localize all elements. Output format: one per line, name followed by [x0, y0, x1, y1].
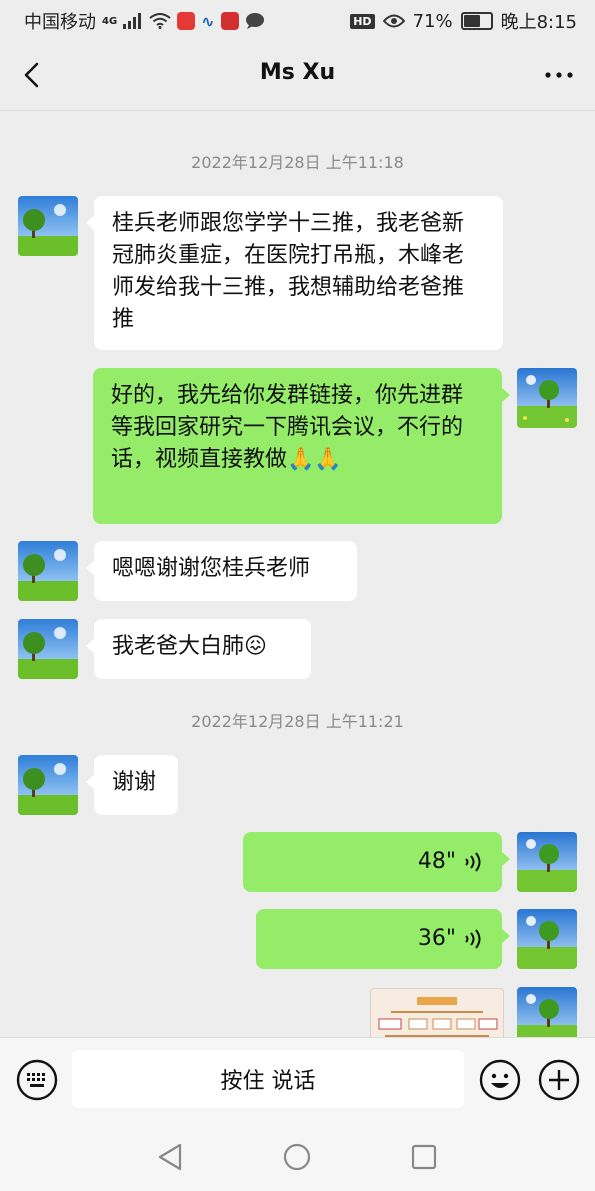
contact-avatar[interactable] — [18, 755, 78, 815]
wifi-icon — [149, 13, 171, 29]
status-bar: 中国移动 4G ∿ HD 71% 晚上8:15 — [0, 0, 595, 40]
my-avatar[interactable] — [517, 987, 577, 1037]
voice-duration: 48" — [417, 849, 456, 874]
battery-icon — [460, 12, 493, 30]
keyboard-icon[interactable] — [16, 1059, 58, 1101]
home-circle-icon[interactable] — [277, 1137, 317, 1177]
microphone-app-icon — [177, 12, 196, 30]
carrier-label: 中国移动 — [24, 12, 96, 33]
voice-duration: 36" — [417, 926, 456, 951]
chat-title: Ms Xu — [259, 60, 336, 85]
voice-wave-icon — [465, 852, 481, 872]
message-text: 我老爸大白肺 — [112, 634, 245, 659]
message-icon — [245, 13, 264, 29]
contact-avatar[interactable] — [18, 619, 78, 679]
wave-app-icon: ∿ — [201, 11, 215, 31]
emoji-icon[interactable] — [479, 1059, 521, 1101]
message-bubble-incoming[interactable]: 我老爸大白肺😖 — [86, 619, 311, 679]
message-line: 好的，我先给你发群链接，你先进群 — [111, 383, 464, 408]
signal-icon — [123, 13, 142, 29]
message-bubble-incoming[interactable]: 桂兵老师跟您学学十三推，我老爸新冠肺炎重症，在医院打吊瓶，木峰老师发给我十三推，… — [86, 196, 503, 350]
my-avatar[interactable] — [517, 909, 577, 969]
hold-to-talk-button[interactable]: 按住 说话 — [72, 1050, 464, 1108]
chat-header: Ms Xu — [0, 40, 595, 111]
message-bubble-incoming[interactable]: 谢谢 — [86, 755, 178, 815]
plus-icon[interactable] — [538, 1059, 580, 1101]
hd-badge: HD — [350, 13, 375, 29]
contact-avatar[interactable] — [18, 196, 78, 256]
confounded-emoji: 😖 — [244, 634, 267, 659]
message-bubble-outgoing[interactable]: 好的，我先给你发群链接，你先进群 等我回家研究一下腾讯会议，不行的话，视频直接教… — [93, 368, 510, 524]
system-navigation-bar — [0, 1125, 595, 1191]
network-type: 4G — [102, 15, 118, 27]
voice-message[interactable]: 48" — [243, 832, 510, 892]
message-timestamp: 2022年12月28日 上午11:18 — [191, 153, 404, 172]
voice-wave-icon — [465, 929, 481, 949]
input-bar: 按住 说话 — [0, 1037, 595, 1126]
my-avatar[interactable] — [517, 832, 577, 892]
image-message[interactable] — [370, 988, 504, 1037]
recents-square-icon[interactable] — [404, 1137, 444, 1177]
eye-icon — [382, 14, 405, 28]
bank-app-icon — [220, 12, 239, 30]
contact-avatar[interactable] — [18, 541, 78, 601]
message-timestamp: 2022年12月28日 上午11:21 — [191, 712, 404, 731]
battery-percent: 71% — [412, 10, 453, 32]
my-avatar[interactable] — [517, 368, 577, 428]
diagram-thumbnail — [378, 997, 498, 1037]
pray-emoji: 🙏🙏 — [287, 447, 342, 472]
message-list[interactable]: 2022年12月28日 上午11:18 桂兵老师跟您学学十三推，我老爸新冠肺炎重… — [0, 111, 595, 1037]
clock: 晚上8:15 — [500, 12, 577, 33]
back-triangle-icon[interactable] — [150, 1137, 190, 1177]
message-bubble-incoming[interactable]: 嗯嗯谢谢您桂兵老师 — [86, 541, 357, 601]
more-options-icon[interactable] — [541, 60, 577, 90]
voice-message[interactable]: 36" — [256, 909, 510, 969]
